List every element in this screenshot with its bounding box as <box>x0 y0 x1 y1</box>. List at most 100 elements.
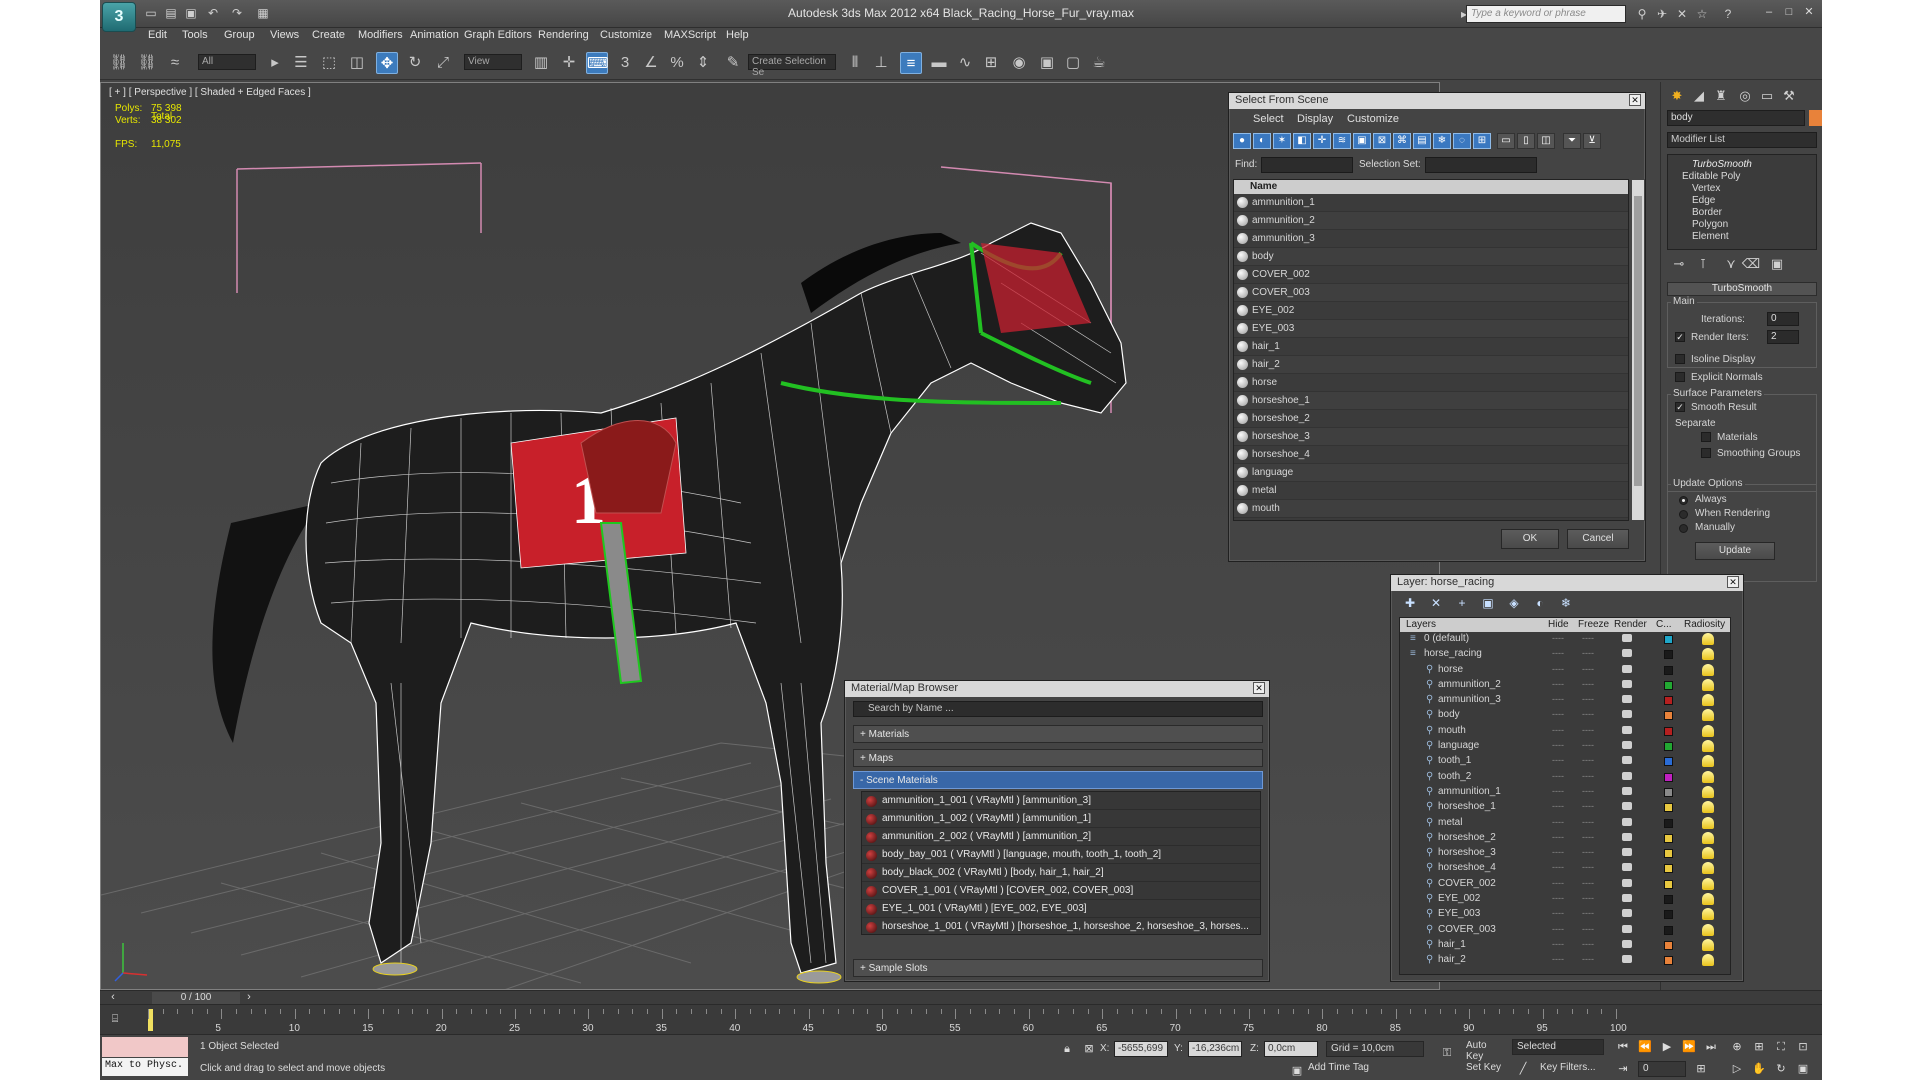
render-teapot-icon[interactable] <box>1622 664 1632 673</box>
display-hidden-icon[interactable]: ◌ <box>1453 133 1471 149</box>
subscription-icon[interactable]: ✈ <box>1654 6 1670 22</box>
render-column-header[interactable]: Render <box>1614 619 1647 630</box>
select-layer-objects-icon[interactable]: ▣ <box>1479 595 1497 611</box>
render-teapot-icon[interactable] <box>1622 802 1632 811</box>
hide-toggle[interactable]: ---- <box>1552 893 1564 903</box>
select-manipulate-icon[interactable]: ✛ <box>558 52 580 74</box>
hide-toggle[interactable]: ---- <box>1552 771 1564 781</box>
time-tag-icon[interactable]: ▣ <box>1288 1063 1306 1079</box>
zoom-icon[interactable]: ⊕ <box>1728 1039 1746 1055</box>
scene-object-row[interactable]: EYE_002 <box>1234 302 1628 320</box>
layer-row[interactable]: ≡ horse_racing ---- ---- <box>1400 647 1730 662</box>
auto-key-button[interactable]: Auto Key <box>1462 1039 1506 1062</box>
close-icon[interactable]: ✕ <box>1253 682 1265 694</box>
render-teapot-icon[interactable] <box>1622 848 1632 857</box>
sfs-menu-select[interactable]: Select <box>1253 113 1284 125</box>
menu-rendering[interactable]: Rendering <box>538 29 589 41</box>
layer-color-swatch[interactable] <box>1664 787 1673 797</box>
update-always-radio[interactable] <box>1679 496 1688 505</box>
select-and-move-icon[interactable]: ✥ <box>376 52 398 74</box>
select-by-name-icon[interactable]: ☰ <box>290 52 312 74</box>
hide-all-layers-icon[interactable]: ◐ <box>1531 595 1549 611</box>
make-unique-icon[interactable]: ⋎ <box>1721 254 1741 274</box>
layers-column-header[interactable]: Layers <box>1406 619 1436 630</box>
menu-tools[interactable]: Tools <box>182 29 208 41</box>
separate-materials-checkbox[interactable] <box>1701 432 1711 442</box>
radiosity-lamp-icon[interactable] <box>1702 633 1714 645</box>
render-teapot-icon[interactable] <box>1622 909 1632 918</box>
scene-object-row[interactable]: horseshoe_1 <box>1234 392 1628 410</box>
hide-toggle[interactable]: ---- <box>1552 648 1564 658</box>
stack-vertex[interactable]: Vertex <box>1692 183 1720 194</box>
layer-row[interactable]: ⚲ mouth ---- ---- <box>1400 724 1730 739</box>
scene-material-row[interactable]: ammunition_1_001 ( VRayMtl ) [ammunition… <box>862 792 1260 810</box>
delete-layer-icon[interactable]: ✕ <box>1427 595 1445 611</box>
scene-material-row[interactable]: ammunition_2_002 ( VRayMtl ) [ammunition… <box>862 828 1260 846</box>
render-setup-icon[interactable]: ▣ <box>1036 52 1058 74</box>
hide-toggle[interactable]: ---- <box>1552 801 1564 811</box>
render-teapot-icon[interactable] <box>1622 634 1632 642</box>
hide-toggle[interactable]: ---- <box>1552 817 1564 827</box>
radiosity-lamp-icon[interactable] <box>1702 954 1714 967</box>
stack-turbosmooth[interactable]: TurboSmooth <box>1692 159 1752 170</box>
keyboard-shortcut-override-icon[interactable]: ⌨ <box>586 52 609 74</box>
radiosity-lamp-icon[interactable] <box>1702 678 1714 691</box>
close-icon[interactable]: ✕ <box>1629 94 1641 106</box>
layer-row[interactable]: ⚲ ammunition_2 ---- ---- <box>1400 678 1730 693</box>
turbosmooth-rollout-title[interactable]: TurboSmooth <box>1667 282 1817 296</box>
scene-object-row[interactable]: body <box>1234 248 1628 266</box>
freeze-toggle[interactable]: ---- <box>1582 924 1594 934</box>
radiosity-lamp-icon[interactable] <box>1702 831 1714 844</box>
hide-toggle[interactable]: ---- <box>1552 878 1564 888</box>
layer-row[interactable]: ⚲ horseshoe_2 ---- ---- <box>1400 831 1730 846</box>
radiosity-lamp-icon[interactable] <box>1702 709 1714 722</box>
time-slider[interactable]: ‹ 0 / 100 › <box>100 990 1822 1004</box>
highlight-layer-icon[interactable]: ◈ <box>1505 595 1523 611</box>
hide-toggle[interactable]: ---- <box>1552 755 1564 765</box>
display-bones-icon[interactable]: ⌘ <box>1393 133 1411 149</box>
maxscript-mini-listener[interactable]: Max to Physc. <box>102 1058 188 1076</box>
separate-smoothing-groups-checkbox[interactable] <box>1701 448 1711 458</box>
hierarchy-tab-icon[interactable]: ♜ <box>1711 86 1731 106</box>
layer-color-swatch[interactable] <box>1664 925 1673 935</box>
scene-materials-list[interactable]: ammunition_1_001 ( VRayMtl ) [ammunition… <box>861 791 1261 935</box>
select-object-icon[interactable]: ▸ <box>264 52 286 74</box>
reference-coordinate-dropdown[interactable]: View <box>464 54 522 70</box>
sfs-menu-display[interactable]: Display <box>1297 113 1333 125</box>
stack-edge[interactable]: Edge <box>1692 195 1715 206</box>
z-coordinate-field[interactable]: 0,0cm <box>1264 1041 1318 1057</box>
layer-row[interactable]: ⚲ horseshoe_3 ---- ---- <box>1400 846 1730 861</box>
select-and-link-icon[interactable]: ⛓ <box>108 52 130 74</box>
layer-color-swatch[interactable] <box>1664 665 1673 675</box>
maxscript-listener-top[interactable] <box>102 1037 188 1057</box>
create-tab-icon[interactable]: ✸ <box>1667 86 1687 106</box>
freeze-toggle[interactable]: ---- <box>1582 709 1594 719</box>
hide-column-header[interactable]: Hide <box>1548 619 1569 630</box>
select-and-scale-icon[interactable]: ⤢ <box>432 52 454 74</box>
curve-editor-mini-icon[interactable]: ⌸ <box>106 1011 124 1027</box>
x-coordinate-field[interactable]: -5655,699 <box>1114 1041 1168 1057</box>
layer-color-swatch[interactable] <box>1664 742 1673 752</box>
create-layer-icon[interactable]: ✚ <box>1401 595 1419 611</box>
scene-object-row[interactable]: horseshoe_2 <box>1234 410 1628 428</box>
display-shapes-icon[interactable]: ◐ <box>1253 133 1271 149</box>
render-iters-spinner[interactable]: 2 <box>1767 330 1799 344</box>
goto-end-icon[interactable]: ⏭ <box>1702 1039 1720 1055</box>
named-selection-dropdown[interactable]: Create Selection Se <box>748 54 836 78</box>
freeze-toggle[interactable]: ---- <box>1582 862 1594 872</box>
scene-object-list[interactable]: Name ammunition_1 ammunition_2 ammunition_… <box>1233 179 1629 521</box>
render-teapot-icon[interactable] <box>1622 924 1632 933</box>
freeze-toggle[interactable]: ---- <box>1582 786 1594 796</box>
scrollbar-thumb[interactable] <box>1634 196 1642 486</box>
scene-object-row[interactable]: metal <box>1234 482 1628 500</box>
hide-toggle[interactable]: ---- <box>1552 633 1564 643</box>
freeze-toggle[interactable]: ---- <box>1582 878 1594 888</box>
layer-color-swatch[interactable] <box>1664 879 1673 889</box>
display-xrefs-icon[interactable]: ⊠ <box>1373 133 1391 149</box>
time-configuration-icon[interactable]: ⊞ <box>1692 1061 1710 1077</box>
scene-object-row[interactable]: COVER_002 <box>1234 266 1628 284</box>
scene-object-row[interactable]: ammunition_1 <box>1234 194 1628 212</box>
play-icon[interactable]: ▶ <box>1658 1039 1676 1055</box>
help-icon[interactable]: ? <box>1720 6 1736 22</box>
layer-row[interactable]: ⚲ COVER_003 ---- ---- <box>1400 923 1730 938</box>
